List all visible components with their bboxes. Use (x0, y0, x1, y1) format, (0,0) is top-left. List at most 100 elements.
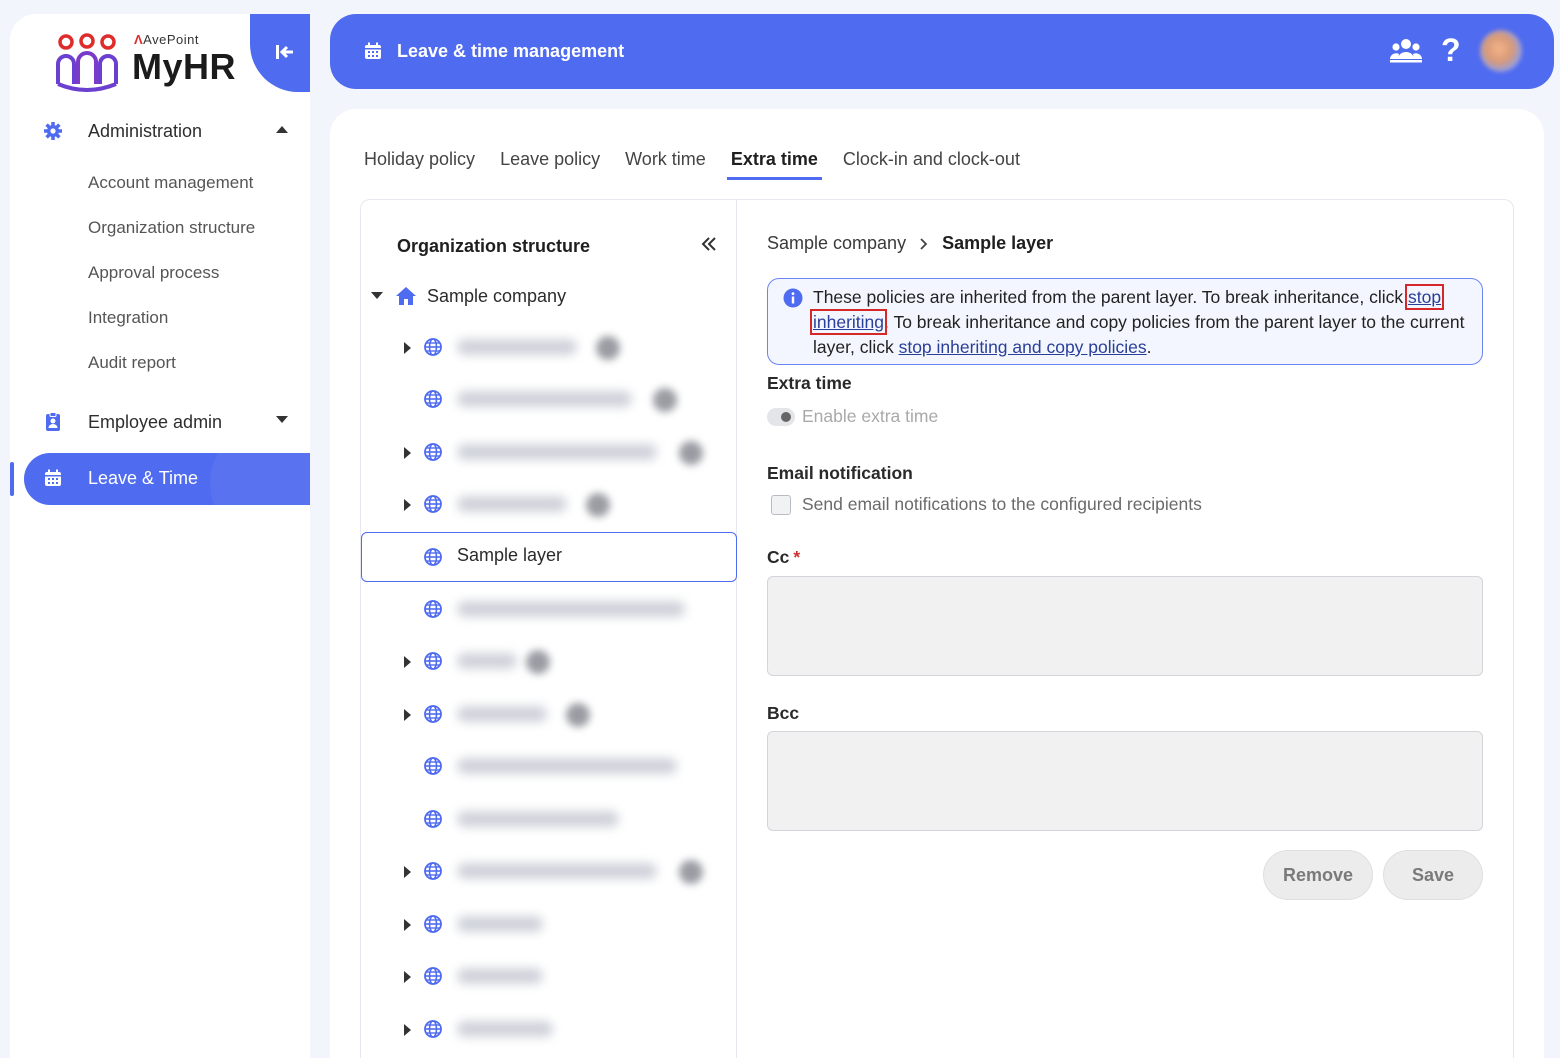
tree-node[interactable] (361, 899, 737, 949)
tree-node[interactable] (361, 689, 737, 739)
tree-node[interactable] (361, 846, 737, 896)
tree-node[interactable] (361, 322, 737, 372)
brand-name: MyHR (132, 46, 237, 87)
sidebar-item-audit-report[interactable]: Audit report (88, 353, 176, 373)
globe-icon (424, 915, 442, 933)
breadcrumb-parent[interactable]: Sample company (767, 233, 906, 254)
save-button[interactable]: Save (1383, 850, 1483, 900)
sidebar-item-account-management[interactable]: Account management (88, 173, 253, 193)
policy-detail: Sample company Sample layer These polici… (737, 200, 1515, 1058)
tree-root-node[interactable]: Sample company (371, 284, 731, 308)
sidebar-item-organization-structure[interactable]: Organization structure (88, 218, 255, 238)
caret-right-icon[interactable] (404, 342, 412, 354)
sidebar-section-label: Administration (88, 120, 203, 141)
inheritance-info-box: These policies are inherited from the pa… (767, 278, 1483, 365)
caret-right-icon[interactable] (404, 919, 412, 931)
sidebar-collapse-button[interactable] (250, 14, 310, 92)
caret-right-icon[interactable] (404, 499, 412, 511)
myhr-logo[interactable]: ΛAvePoint MyHR (54, 24, 244, 94)
tree-node[interactable] (361, 794, 737, 844)
caret-right-icon[interactable] (404, 971, 412, 983)
avatar[interactable] (1480, 30, 1522, 72)
tree-node[interactable] (361, 951, 737, 1001)
globe-icon (424, 810, 442, 828)
tree-node[interactable] (361, 584, 737, 634)
email-notification-checkbox[interactable] (771, 495, 791, 515)
page-title: Leave & time management (397, 41, 625, 61)
people-logo-icon (56, 33, 118, 92)
users-icon[interactable] (1390, 38, 1422, 64)
tab-leave-policy[interactable]: Leave policy (498, 149, 602, 181)
policy-panel: Organization structure Sample company Sa… (360, 199, 1514, 1058)
sidebar-section-administration[interactable]: Administration (10, 109, 310, 153)
globe-icon (424, 1020, 442, 1038)
remove-button[interactable]: Remove (1263, 850, 1373, 900)
globe-icon (424, 495, 442, 513)
calendar-icon (45, 469, 61, 486)
badge-icon (46, 412, 60, 431)
tree-node[interactable] (361, 479, 737, 529)
tree-node[interactable] (361, 427, 737, 477)
sidebar-section-label: Employee admin (88, 411, 223, 432)
tree-node[interactable] (361, 741, 737, 791)
tree-node-label: Sample company (427, 286, 567, 306)
stop-inheriting-and-copy-link[interactable]: stop inheriting and copy policies (899, 337, 1147, 357)
tree-node[interactable] (361, 636, 737, 686)
caret-down-icon (276, 416, 288, 423)
sidebar-item-approval-process[interactable]: Approval process (88, 263, 219, 283)
caret-down-icon[interactable] (371, 292, 383, 300)
globe-icon (424, 862, 442, 880)
brand-small: ΛAvePoint (134, 32, 199, 47)
globe-icon (424, 548, 442, 566)
active-indicator (10, 462, 14, 496)
tab-extra-time[interactable]: Extra time (726, 149, 822, 181)
tab-holiday-policy[interactable]: Holiday policy (362, 149, 477, 181)
globe-icon (424, 705, 442, 723)
sidebar-item-integration[interactable]: Integration (88, 308, 168, 328)
chevron-right-icon (920, 237, 928, 250)
globe-icon (424, 600, 442, 618)
globe-icon (424, 338, 442, 356)
caret-right-icon[interactable] (404, 709, 412, 721)
sidebar-section-employee-admin[interactable]: Employee admin (10, 400, 310, 444)
email-notification-checkbox-label: Send email notifications to the configur… (802, 494, 1202, 514)
cc-label: Cc * (767, 547, 801, 567)
sidebar-item-label: Leave & Time (88, 468, 199, 488)
policy-tabs: Holiday policy Leave policy Work time Ex… (362, 149, 1043, 181)
gear-icon (44, 122, 62, 140)
tree-node[interactable] (361, 1004, 737, 1054)
tree-node-selected[interactable]: Sample layer (361, 532, 737, 582)
collapse-left-icon (276, 45, 293, 59)
home-icon (396, 287, 416, 305)
caret-right-icon[interactable] (404, 447, 412, 459)
help-icon[interactable]: ? (1441, 32, 1461, 69)
caret-right-icon[interactable] (404, 866, 412, 878)
globe-icon (424, 390, 442, 408)
cc-input[interactable] (767, 576, 1483, 676)
info-text: These policies are inherited from the pa… (809, 284, 1465, 357)
bcc-input[interactable] (767, 731, 1483, 831)
caret-up-icon (276, 126, 288, 133)
top-header: Leave & time management ? (330, 14, 1554, 89)
tab-clock-in-and-clock-out[interactable]: Clock-in and clock-out (841, 149, 1022, 181)
caret-right-icon[interactable] (404, 656, 412, 668)
globe-icon (424, 652, 442, 670)
double-chevron-left-icon[interactable] (701, 236, 717, 252)
sidebar-item-leave-time[interactable]: Leave & Time (24, 453, 310, 505)
breadcrumb-current: Sample layer (942, 233, 1054, 253)
enable-extra-time-label: Enable extra time (802, 406, 939, 426)
calendar-icon (365, 42, 381, 59)
tree-title: Organization structure (397, 236, 591, 256)
extra-time-label: Extra time (767, 373, 852, 393)
globe-icon (424, 757, 442, 775)
tree-node[interactable] (361, 374, 737, 424)
required-marker: * (793, 547, 801, 567)
email-notification-label: Email notification (767, 463, 913, 483)
info-icon (783, 288, 803, 308)
caret-right-icon[interactable] (404, 1024, 412, 1036)
tab-work-time[interactable]: Work time (623, 149, 708, 181)
bcc-label: Bcc (767, 703, 800, 723)
enable-extra-time-toggle[interactable] (767, 408, 795, 426)
globe-icon (424, 967, 442, 985)
breadcrumb: Sample company Sample layer (767, 233, 1053, 254)
